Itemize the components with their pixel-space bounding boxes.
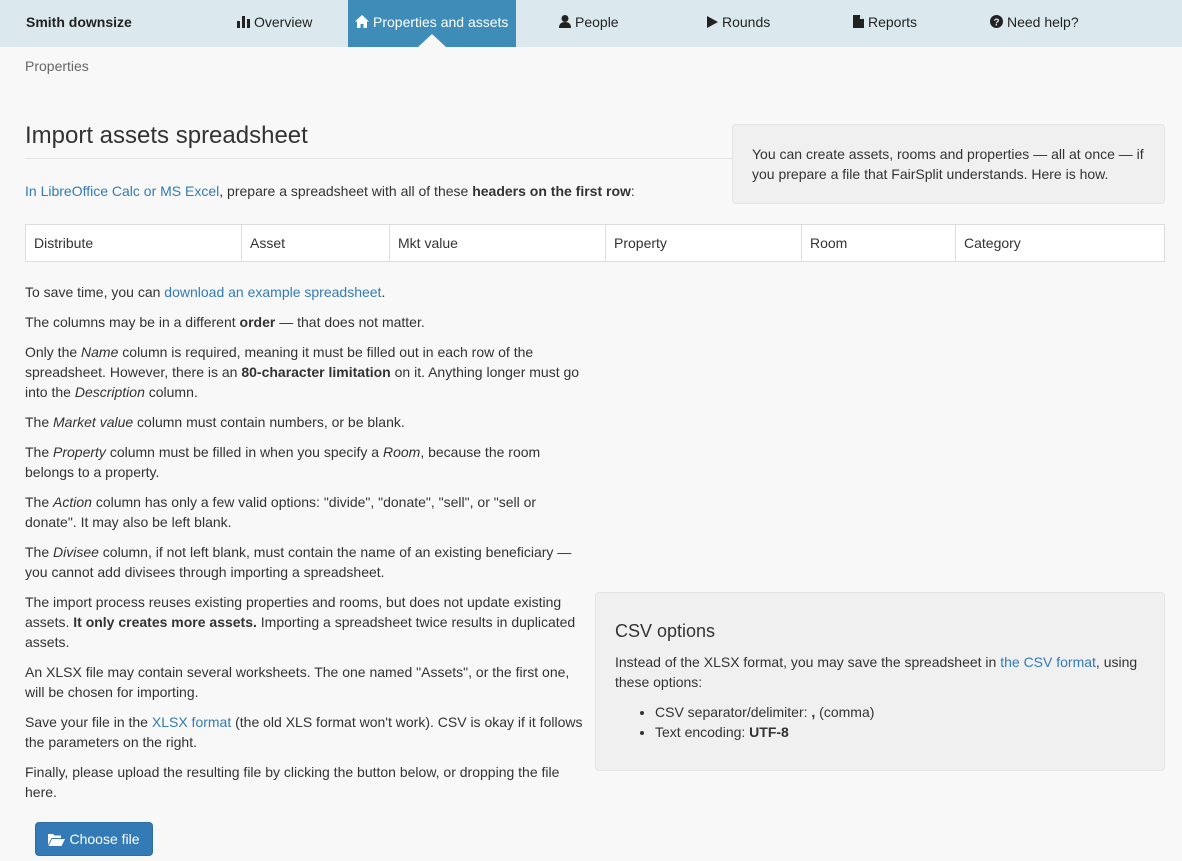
paragraph: To save time, you can download an exampl… [25, 284, 386, 300]
nav-reports-label: Reports [868, 14, 918, 30]
xlsx-format-link[interactable]: XLSX format [152, 714, 231, 730]
bar-chart-icon [237, 16, 250, 28]
top-navbar: Smith downsize Overview Properties and a… [0, 0, 1182, 47]
nav-overview[interactable]: Overview [228, 0, 321, 47]
nav-properties-label: Properties and assets [373, 14, 509, 30]
choose-file-button[interactable]: Choose file [35, 822, 153, 856]
instructions: To save time, you can download an exampl… [25, 282, 588, 812]
intro-text: In LibreOffice Calc or MS Excel, prepare… [25, 183, 635, 199]
nav-people-label: People [575, 14, 619, 30]
csv-options-title: CSV options [615, 621, 716, 641]
headers-table: Distribute Asset Mkt value Property Room… [25, 224, 1165, 262]
nav-help-label: Need help? [1007, 14, 1079, 30]
home-icon [355, 15, 369, 28]
nav-rounds-label: Rounds [722, 14, 771, 30]
csv-options-list: CSV separator/delimiter: , (comma) Text … [615, 702, 1145, 742]
choose-file-label: Choose file [69, 831, 140, 847]
nav-rounds[interactable]: Rounds [698, 0, 779, 47]
header-cell: Room [801, 224, 956, 262]
header-cell: Distribute [25, 224, 242, 262]
nav-overview-label: Overview [254, 14, 313, 30]
list-item: Text encoding: UTF-8 [655, 722, 1145, 742]
paragraph: An XLSX file may contain several workshe… [25, 664, 570, 700]
paragraph: The Action column has only a few valid o… [25, 494, 537, 530]
download-example-link[interactable]: download an example spreadsheet [164, 284, 381, 300]
paragraph: The Market value column must contain num… [25, 414, 405, 430]
list-item: CSV separator/delimiter: , (comma) [655, 702, 1145, 722]
paragraph: Finally, please upload the resulting fil… [25, 764, 560, 800]
header-cell: Asset [241, 224, 390, 262]
folder-open-icon [48, 834, 66, 846]
paragraph: The columns may be in a different order … [25, 314, 425, 330]
title-divider [25, 158, 735, 159]
user-icon [559, 15, 571, 28]
info-well: You can create assets, rooms and propert… [732, 124, 1165, 204]
paragraph: Only the Name column is required, meanin… [25, 344, 580, 400]
nav-reports[interactable]: Reports [844, 0, 926, 47]
header-cell: Property [605, 224, 802, 262]
csv-options-well: CSV options Instead of the XLSX format, … [595, 592, 1165, 771]
csv-format-link[interactable]: the CSV format [1000, 654, 1096, 670]
paragraph: The Divisee column, if not left blank, m… [25, 544, 572, 580]
header-cell: Mkt value [389, 224, 606, 262]
question-circle-icon: ? [990, 15, 1003, 28]
breadcrumb[interactable]: Properties [25, 58, 89, 74]
play-icon [707, 16, 718, 28]
nav-properties-and-assets[interactable]: Properties and assets [348, 0, 516, 47]
table-row: Distribute Asset Mkt value Property Room… [25, 224, 1165, 262]
libreoffice-excel-link[interactable]: In LibreOffice Calc or MS Excel [25, 183, 219, 199]
header-cell: Category [955, 224, 1165, 262]
paragraph: Save your file in the XLSX format (the o… [25, 714, 583, 750]
paragraph: The import process reuses existing prope… [25, 594, 576, 650]
paragraph: The Property column must be filled in wh… [25, 444, 541, 480]
page-title: Import assets spreadsheet [25, 122, 308, 149]
csv-options-text: Instead of the XLSX format, you may save… [615, 654, 1138, 690]
file-icon [853, 15, 864, 28]
nav-people[interactable]: People [550, 0, 628, 47]
nav-need-help[interactable]: ? Need help? [981, 0, 1088, 47]
brand[interactable]: Smith downsize [26, 14, 132, 30]
info-text: You can create assets, rooms and propert… [752, 146, 1144, 182]
svg-text:?: ? [993, 17, 999, 28]
